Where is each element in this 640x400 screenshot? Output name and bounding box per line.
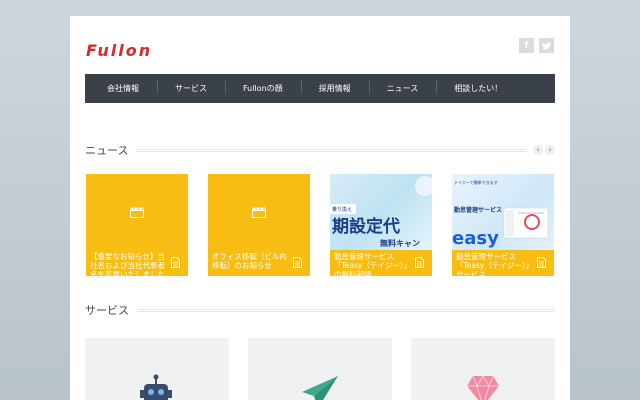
nav-item-news[interactable]: ニュース [368, 80, 437, 94]
nav-item-company[interactable]: 会社情報 [89, 83, 157, 94]
services-list [85, 338, 555, 400]
news-section-header: ニュース ‹ › [85, 142, 555, 158]
svg-text:Fullon: Fullon [86, 41, 152, 60]
svg-text:テイジーで簡単できます: テイジーで簡単できます [454, 179, 498, 185]
services-section-title: サービス [85, 304, 129, 317]
nav-item-faces[interactable]: Fullonの顔 [225, 80, 301, 94]
news-card[interactable]: テイジーで簡単できます 勤怠管理サービス easy 勤怠管理サービス「Teasy… [452, 174, 554, 276]
service-card[interactable] [248, 338, 392, 400]
document-icon [537, 257, 546, 268]
page-container: Fullon f 会社情報 サービス Fullonの顔 採用情報 ニュース 相談… [70, 16, 570, 400]
divider [137, 308, 555, 312]
teasy-banner-graphic: 乗り換え 期設定代 無料キャン [330, 176, 432, 248]
nav-item-services[interactable]: サービス [157, 80, 225, 94]
teasy-banner-image: 乗り換え 期設定代 無料キャン [330, 174, 432, 254]
divider [136, 148, 527, 152]
news-carousel: 【重要なお知らせ】当社名および当社代表者名を変更いたしました オフィス移転（ビル… [86, 174, 556, 276]
svg-text:無料キャン: 無料キャン [380, 238, 420, 248]
svg-text:easy: easy [452, 228, 499, 249]
nav-item-contact[interactable]: 相談したい！ [436, 80, 520, 94]
svg-text:乗り換え: 乗り換え [332, 206, 352, 213]
svg-text:期設定代: 期設定代 [332, 216, 400, 237]
service-card[interactable] [411, 338, 555, 400]
svg-text:勤怠管理サービス: 勤怠管理サービス [454, 206, 502, 214]
clapperboard-icon [252, 207, 266, 218]
paper-plane-icon [302, 376, 338, 400]
facebook-icon[interactable]: f [519, 38, 534, 53]
news-card[interactable]: 乗り換え 期設定代 無料キャン 勤怠管理サービス「Teasy（テイジー）」の無料… [330, 174, 432, 276]
diamond-icon [467, 375, 499, 400]
news-carousel-arrows: ‹ › [533, 145, 555, 155]
nav-item-recruit[interactable]: 採用情報 [300, 80, 369, 94]
news-section-title: ニュース [85, 144, 129, 157]
clapperboard-icon [130, 207, 144, 218]
document-icon [293, 257, 302, 268]
teasy-app-image: テイジーで簡単できます 勤怠管理サービス easy [452, 174, 554, 254]
news-card[interactable]: 【重要なお知らせ】当社名および当社代表者名を変更いたしました [86, 174, 188, 276]
social-links: f [519, 38, 554, 53]
service-card[interactable] [85, 338, 229, 400]
prev-arrow-button[interactable]: ‹ [533, 145, 543, 155]
twitter-icon[interactable] [539, 38, 554, 53]
document-icon [415, 257, 424, 268]
fullon-logo[interactable]: Fullon [86, 40, 186, 60]
document-icon [171, 257, 180, 268]
services-section-header: サービス [85, 302, 555, 318]
robot-icon [140, 374, 172, 400]
teasy-app-graphic: テイジーで簡単できます 勤怠管理サービス easy [452, 179, 549, 249]
next-arrow-button[interactable]: › [545, 145, 555, 155]
news-card[interactable]: オフィス移転（ビル内移転）のお知らせ [208, 174, 310, 276]
main-nav: 会社情報 サービス Fullonの顔 採用情報 ニュース 相談したい！ [85, 74, 555, 103]
